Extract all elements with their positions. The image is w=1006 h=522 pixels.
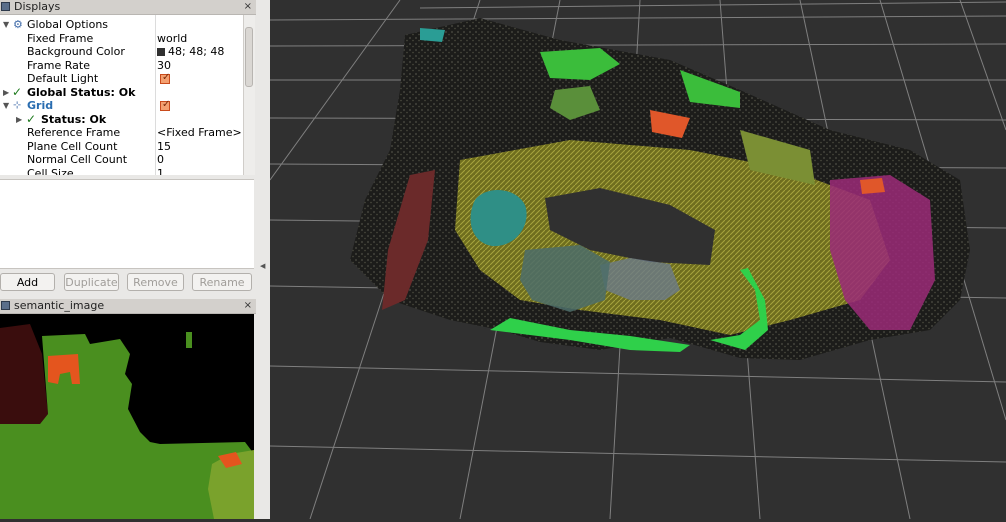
- close-icon[interactable]: ×: [244, 299, 252, 313]
- tree-value[interactable]: 48; 48; 48: [157, 45, 224, 59]
- rename-button[interactable]: Rename: [192, 273, 252, 291]
- tree-label: Fixed Frame: [27, 31, 94, 45]
- 3d-viewport[interactable]: [269, 0, 1006, 520]
- tree-label: Background Color: [27, 45, 125, 58]
- tree-label: Cell Size: [27, 166, 74, 176]
- remove-button[interactable]: Remove: [127, 273, 184, 291]
- column-divider[interactable]: [155, 15, 156, 175]
- grid-icon: ⊹: [13, 100, 22, 111]
- displays-titlebar: Displays ×: [0, 0, 256, 15]
- segment-green-small: [186, 332, 192, 348]
- expand-arrow-icon[interactable]: ▼: [3, 99, 9, 113]
- semantic-image-view: [0, 314, 254, 519]
- tree-label: Global Status: Ok: [27, 85, 136, 99]
- tree-row-grid[interactable]: ▼ ⊹ Grid: [0, 98, 244, 113]
- tree-label: Status: Ok: [41, 112, 107, 126]
- tree-row-normal-cell-count[interactable]: Normal Cell Count 0: [0, 153, 244, 167]
- tree-row-global-options[interactable]: ▼ ⚙ Global Options: [0, 18, 244, 32]
- tree-value[interactable]: <Fixed Frame>: [157, 126, 242, 140]
- scrollbar-thumb[interactable]: [245, 27, 253, 87]
- tree-label: Grid: [27, 99, 54, 112]
- tree-row-global-status[interactable]: ▶ ✓ Global Status: Ok: [0, 84, 244, 100]
- tree-value[interactable]: 1: [157, 167, 164, 176]
- dock-splitter[interactable]: ◀: [256, 0, 270, 519]
- tree-label: Default Light: [27, 72, 99, 85]
- displays-title: Displays: [14, 0, 61, 13]
- displays-panel-icon: [1, 2, 10, 11]
- duplicate-button[interactable]: Duplicate: [64, 273, 119, 291]
- description-area: [0, 179, 254, 269]
- semantic-image-titlebar: semantic_image ×: [0, 299, 256, 314]
- grid-enabled-checkbox[interactable]: [160, 98, 170, 112]
- gear-icon: ⚙: [13, 18, 23, 31]
- tree-label: Global Options: [27, 18, 109, 31]
- tree-label: Frame Rate: [27, 58, 90, 72]
- tree-label: Reference Frame: [27, 126, 121, 139]
- tree-row-plane-cell-count[interactable]: Plane Cell Count 15: [0, 140, 244, 154]
- tree-scrollbar[interactable]: [243, 15, 255, 175]
- background-color-value: 48; 48; 48: [168, 45, 225, 58]
- collapse-arrow-icon[interactable]: ◀: [260, 262, 265, 270]
- color-swatch: [157, 48, 165, 56]
- tree-row-frame-rate[interactable]: Frame Rate 30: [0, 59, 244, 73]
- tree-row-status[interactable]: ▶ ✓ Status: Ok: [0, 111, 244, 127]
- left-dock: Displays × ▼ ⚙ Global Options Fixed Fram…: [0, 0, 256, 519]
- tree-label: Normal Cell Count: [27, 153, 128, 166]
- expand-arrow-icon[interactable]: ▼: [3, 18, 9, 32]
- tree-row-default-light[interactable]: Default Light: [0, 71, 244, 86]
- tree-label: Plane Cell Count: [27, 139, 118, 153]
- semantic-image-title: semantic_image: [14, 299, 105, 312]
- checkmark-icon: ✓: [26, 111, 37, 126]
- checkmark-icon: ✓: [12, 84, 23, 99]
- point-cloud: [350, 18, 970, 360]
- tree-row-fixed-frame[interactable]: Fixed Frame world: [0, 32, 244, 46]
- expand-arrow-icon[interactable]: ▶: [3, 86, 9, 100]
- displays-tree: ▼ ⚙ Global Options Fixed Frame world Bac…: [0, 15, 255, 175]
- semantic-image: [0, 314, 254, 519]
- 3d-scene[interactable]: [269, 0, 1006, 520]
- tree-row-cell-size[interactable]: Cell Size 1: [0, 167, 244, 176]
- add-button[interactable]: Add: [0, 273, 55, 291]
- default-light-checkbox[interactable]: [160, 71, 170, 85]
- tree-value[interactable]: 30: [157, 59, 171, 73]
- tree-row-background-color[interactable]: Background Color 48; 48; 48: [0, 45, 244, 59]
- tree-value[interactable]: 0: [157, 153, 164, 167]
- tree-value[interactable]: world: [157, 32, 187, 46]
- image-panel-icon: [1, 301, 10, 310]
- expand-arrow-icon[interactable]: ▶: [16, 113, 22, 127]
- close-icon[interactable]: ×: [244, 0, 252, 14]
- tree-row-reference-frame[interactable]: Reference Frame <Fixed Frame>: [0, 126, 244, 140]
- tree-value[interactable]: 15: [157, 140, 171, 154]
